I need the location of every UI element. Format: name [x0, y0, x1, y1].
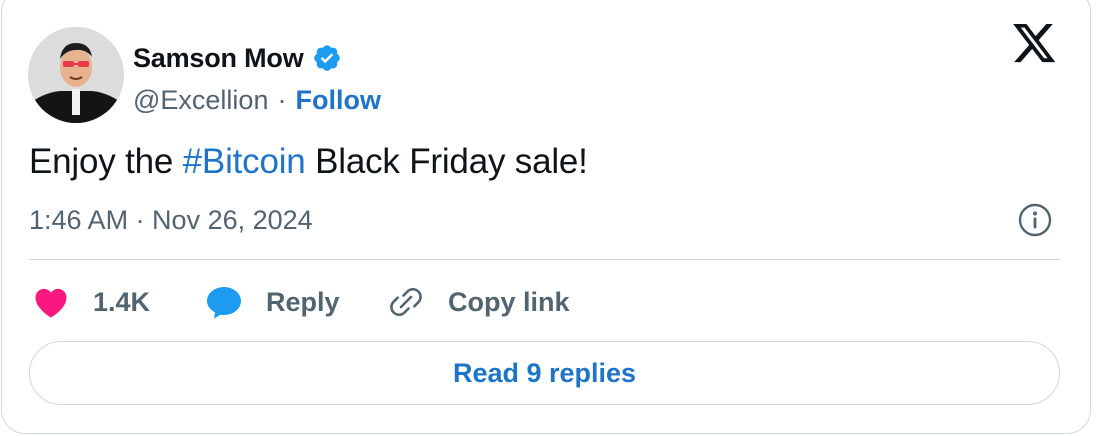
- author-handle[interactable]: @Excellion: [133, 85, 268, 116]
- tweet-text-after: Black Friday sale!: [305, 142, 588, 181]
- link-icon: [388, 284, 424, 320]
- tweet-text: Enjoy the #Bitcoin Black Friday sale!: [29, 142, 588, 182]
- tweet-text-before: Enjoy the: [29, 142, 183, 181]
- author-handle-row: @Excellion · Follow: [133, 84, 381, 116]
- like-button[interactable]: 1.4K: [34, 283, 150, 321]
- author-display-name[interactable]: Samson Mow: [133, 43, 304, 74]
- reply-label: Reply: [266, 286, 340, 317]
- copy-link-button[interactable]: Copy link: [388, 283, 570, 321]
- read-replies-button[interactable]: Read 9 replies: [29, 341, 1060, 405]
- avatar[interactable]: [28, 27, 124, 123]
- speech-bubble-icon: [206, 285, 242, 319]
- verified-badge-icon: [312, 43, 342, 73]
- hashtag-link[interactable]: #Bitcoin: [183, 142, 306, 181]
- copy-link-label: Copy link: [448, 286, 570, 317]
- divider: [29, 259, 1060, 260]
- like-count: 1.4K: [93, 286, 151, 317]
- x-logo-icon[interactable]: [1013, 24, 1057, 64]
- tweet-timestamp[interactable]: 1:46 AM · Nov 26, 2024: [29, 205, 313, 236]
- reply-button[interactable]: Reply: [206, 283, 340, 321]
- info-icon[interactable]: [1017, 202, 1053, 238]
- author-name-row: Samson Mow: [133, 42, 342, 74]
- heart-icon: [34, 287, 68, 318]
- separator-dot: ·: [277, 84, 287, 115]
- follow-button[interactable]: Follow: [295, 85, 380, 116]
